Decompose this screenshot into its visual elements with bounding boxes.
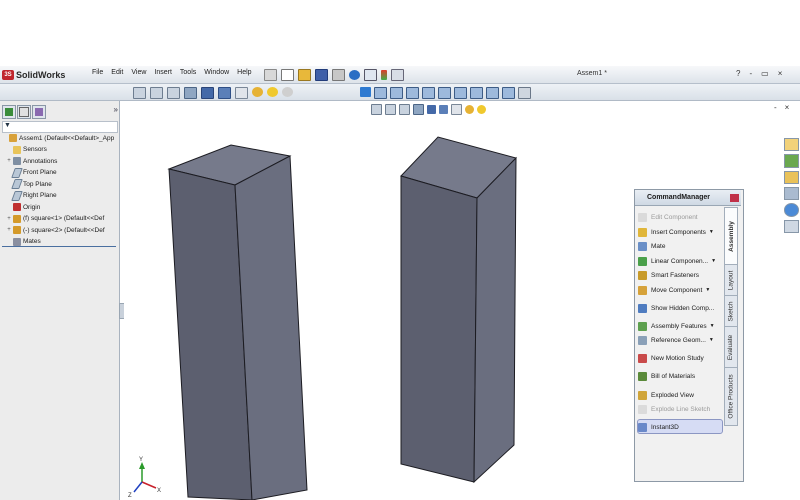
appearances-icon[interactable] <box>784 203 799 217</box>
block-2-front-face <box>400 175 478 483</box>
command-label: Assembly Features <box>651 322 707 330</box>
cm-item-1: Edit Component <box>638 211 698 223</box>
command-label: New Motion Study <box>651 354 704 362</box>
command-icon <box>638 422 647 432</box>
cm-tab-label: Office Products <box>727 374 735 419</box>
command-icon <box>638 321 647 331</box>
cm-tab-sketch[interactable]: Sketch <box>724 295 738 327</box>
command-label: Instant3D <box>651 423 679 431</box>
commandmanager-header[interactable]: CommandManager <box>635 190 741 206</box>
svg-text:X: X <box>157 488 161 494</box>
cm-item-13: Explode Line Sketch <box>638 403 710 415</box>
command-label: Bill of Materials <box>651 372 696 380</box>
cm-tab-label: Evaluate <box>727 334 735 360</box>
cm-item-5[interactable]: Smart Fasteners <box>638 269 699 281</box>
command-icon <box>638 270 647 280</box>
cm-item-10[interactable]: New Motion Study <box>638 352 704 364</box>
command-label: Explode Line Sketch <box>651 405 711 413</box>
cm-tab-label: Layout <box>727 270 735 290</box>
cm-item-3[interactable]: Mate <box>638 240 665 252</box>
command-label: Edit Component <box>651 213 698 221</box>
command-icon <box>638 390 647 400</box>
cm-item-2[interactable]: Insert Components ▼ <box>638 226 714 238</box>
cm-tab-layout[interactable]: Layout <box>724 264 738 296</box>
block-square-1[interactable] <box>167 144 308 500</box>
cm-tab-evaluate[interactable]: Evaluate <box>724 326 738 368</box>
cm-tab-office-products[interactable]: Office Products <box>724 367 738 426</box>
cm-item-6[interactable]: Move Component ▼ <box>638 284 710 296</box>
command-label: Smart Fasteners <box>651 271 700 279</box>
task-pane-tabs <box>784 138 800 233</box>
command-icon <box>638 227 647 237</box>
commandmanager-close-icon[interactable] <box>730 193 739 202</box>
dropdown-arrow-icon[interactable]: ▼ <box>709 337 714 343</box>
cm-item-11[interactable]: Bill of Materials <box>638 370 695 382</box>
cm-tab-label: Sketch <box>727 301 735 321</box>
design-library-icon[interactable] <box>784 154 799 168</box>
command-label: Insert Components <box>651 228 706 236</box>
cm-item-14[interactable]: Instant3D <box>638 421 679 433</box>
command-icon <box>638 285 647 295</box>
dropdown-arrow-icon[interactable]: ▼ <box>711 258 716 264</box>
block-2-side-face <box>473 156 517 484</box>
cm-item-4[interactable]: Linear Componen... ▼ <box>638 255 716 267</box>
command-icon <box>638 353 647 363</box>
cm-item-9[interactable]: Reference Geom... ▼ <box>638 334 714 346</box>
dropdown-arrow-icon[interactable]: ▼ <box>705 287 710 293</box>
svg-text:Y: Y <box>139 457 143 463</box>
command-label: Linear Componen... <box>651 257 709 265</box>
command-label: Move Component <box>651 286 703 294</box>
dropdown-arrow-icon[interactable]: ▼ <box>709 229 714 235</box>
cm-tab-label: Assembly <box>727 220 735 252</box>
resources-icon[interactable] <box>784 138 799 152</box>
custom-properties-icon[interactable] <box>784 219 799 233</box>
command-icon <box>638 241 647 251</box>
file-explorer-icon[interactable] <box>784 170 799 184</box>
command-icon <box>638 371 647 381</box>
cm-item-12[interactable]: Exploded View <box>638 389 694 401</box>
command-icon <box>638 212 647 222</box>
view-palette-icon[interactable] <box>784 186 799 201</box>
cm-tab-assembly[interactable]: Assembly <box>724 207 738 265</box>
commandmanager-title: CommandManager <box>647 194 711 201</box>
command-icon <box>638 256 647 266</box>
command-icon <box>638 303 647 313</box>
command-label: Show Hidden Comp... <box>651 304 715 312</box>
svg-text:Z: Z <box>128 493 132 499</box>
command-label: Mate <box>651 242 666 250</box>
block-square-2[interactable] <box>400 136 517 484</box>
cm-item-7[interactable]: Show Hidden Comp... <box>638 302 714 314</box>
command-icon <box>638 404 647 414</box>
cm-item-8[interactable]: Assembly Features ▼ <box>638 320 715 332</box>
command-label: Reference Geom... <box>651 336 706 344</box>
dropdown-arrow-icon[interactable]: ▼ <box>710 323 715 329</box>
command-icon <box>638 335 647 345</box>
command-label: Exploded View <box>651 391 694 399</box>
reference-triad: X Y Z <box>128 457 161 499</box>
